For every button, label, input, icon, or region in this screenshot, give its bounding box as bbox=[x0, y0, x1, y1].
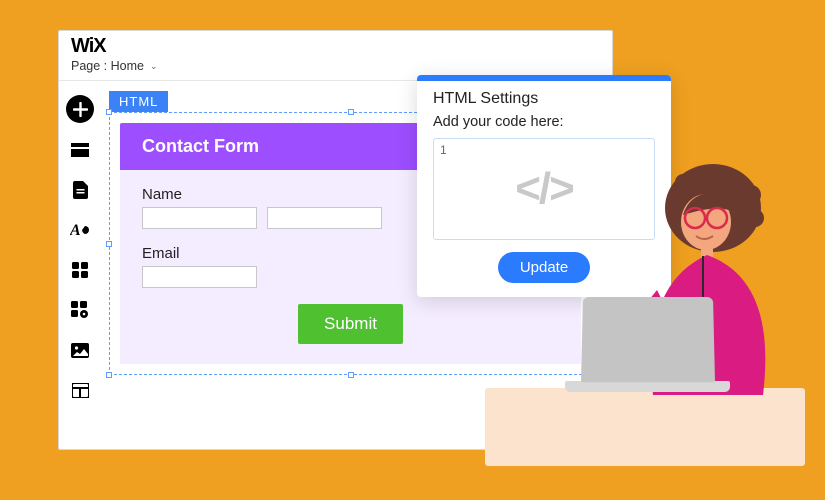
line-number: 1 bbox=[440, 143, 447, 157]
resize-handle[interactable] bbox=[106, 241, 112, 247]
resize-handle[interactable] bbox=[106, 109, 112, 115]
resize-handle[interactable] bbox=[348, 372, 354, 378]
wix-logo: WiX bbox=[71, 35, 600, 58]
popup-subtitle: Add your code here: bbox=[417, 110, 671, 138]
last-name-input[interactable] bbox=[267, 207, 382, 229]
email-input[interactable] bbox=[142, 266, 257, 288]
page-selector[interactable]: Page : Home ⌄ bbox=[71, 59, 600, 73]
editor-header: WiX Page : Home ⌄ bbox=[59, 31, 612, 81]
page-label: Page : Home bbox=[71, 59, 144, 73]
code-placeholder-icon: </> bbox=[515, 164, 573, 214]
resize-handle[interactable] bbox=[106, 372, 112, 378]
chevron-down-icon: ⌄ bbox=[150, 61, 158, 72]
apps-icon[interactable] bbox=[67, 257, 93, 283]
resize-handle[interactable] bbox=[348, 109, 354, 115]
page-icon[interactable] bbox=[67, 177, 93, 203]
submit-button[interactable]: Submit bbox=[298, 304, 403, 344]
popup-title: HTML Settings bbox=[417, 81, 671, 110]
layout-icon[interactable] bbox=[67, 377, 93, 403]
first-name-input[interactable] bbox=[142, 207, 257, 229]
app-settings-icon[interactable] bbox=[67, 297, 93, 323]
element-tag-label: HTML bbox=[109, 91, 168, 112]
update-button[interactable]: Update bbox=[498, 252, 590, 283]
media-icon[interactable] bbox=[67, 337, 93, 363]
svg-text:A: A bbox=[70, 222, 81, 239]
add-icon[interactable] bbox=[66, 95, 94, 123]
section-icon[interactable] bbox=[67, 137, 93, 163]
text-style-icon[interactable]: A bbox=[67, 217, 93, 243]
editor-sidebar: A bbox=[59, 81, 101, 449]
laptop-illustration bbox=[582, 296, 730, 392]
